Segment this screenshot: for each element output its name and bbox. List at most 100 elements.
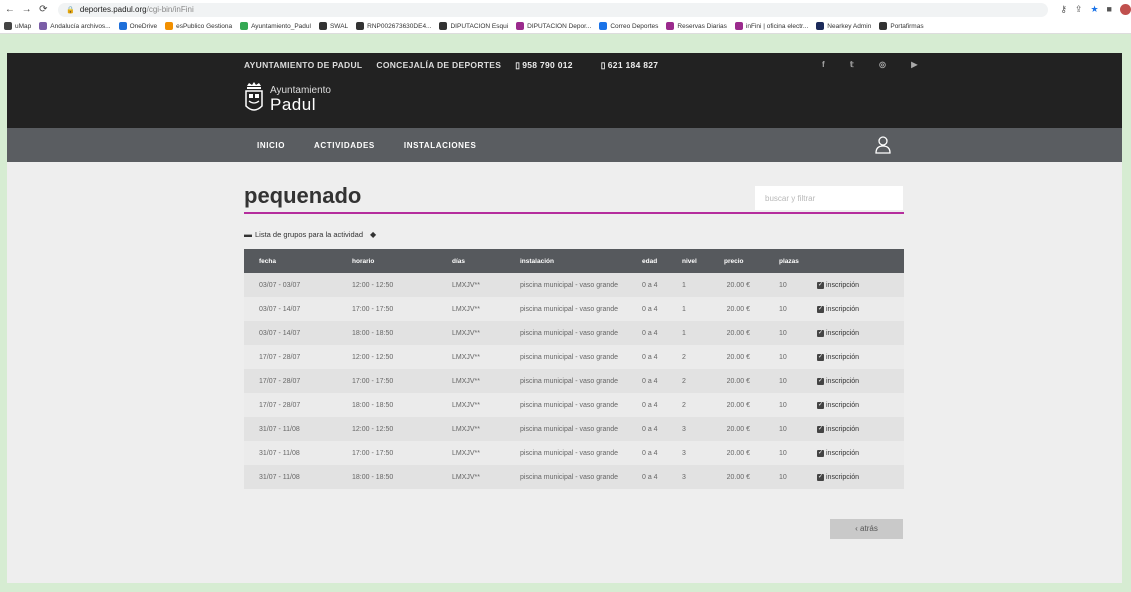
inscripcion-button[interactable]: ✓ inscripción (817, 401, 904, 409)
column-header: plazas (779, 257, 799, 265)
check-square-icon: ✓ (817, 329, 824, 337)
bookmark-item[interactable]: OneDrive (118, 22, 157, 30)
table-cell: 10 (779, 281, 787, 289)
search-input[interactable] (755, 186, 903, 210)
table-cell: 17:00 - 17:50 (352, 305, 394, 313)
check-square-icon: ✓ (817, 305, 824, 313)
facebook-icon[interactable]: f (822, 60, 825, 69)
lock-icon: 🔒 (66, 6, 75, 14)
bookmark-item[interactable]: SWAL (318, 22, 348, 30)
bookmark-item[interactable]: Correo Deportes (599, 22, 658, 30)
share-icon[interactable]: ⇪ (1075, 4, 1083, 15)
url-path: /cgi-bin/inFini (146, 5, 194, 14)
inscripcion-button[interactable]: ✓ inscripción (817, 353, 904, 361)
window-icon[interactable]: ■ (1107, 4, 1112, 15)
table-cell: 18:00 - 18:50 (352, 473, 394, 481)
folder-icon: ▬ (244, 230, 252, 239)
table-cell: LMXJV** (452, 425, 481, 433)
table-cell: 10 (779, 401, 787, 409)
bookmark-item[interactable]: RNP002673630DE4... (356, 22, 431, 30)
table-cell: ✓ inscripción (802, 273, 904, 297)
bookmarks-bar: uMap Andalucía archivos... OneDrive esPubli… (0, 19, 1131, 34)
url-host: deportes.padul.org (79, 5, 147, 14)
bookmark-item[interactable]: Andalucía archivos... (39, 22, 111, 30)
column-header: precio (724, 257, 744, 265)
table-row: 31/07 - 11/08 18:00 - 18:50 LMXJV** piscina… (244, 465, 904, 489)
bookmark-item[interactable]: uMap (4, 22, 31, 30)
bookmark-item[interactable]: Ayuntamiento_Padul (240, 22, 311, 30)
site-logo[interactable]: Ayuntamiento Padul (244, 82, 331, 118)
table-cell: 20.00 € (726, 377, 750, 385)
check-square-icon: ✓ (817, 377, 824, 385)
bookmark-favicon-icon (734, 22, 743, 30)
bookmark-item[interactable]: DIPUTACION Depor... (516, 22, 591, 30)
table-cell: 1 (682, 281, 686, 289)
table-cell: 2 (682, 377, 686, 385)
table-cell: 10 (779, 473, 787, 481)
bookmark-item[interactable]: inFini | oficina electr... (734, 22, 808, 30)
browser-toolbar: ← → ⟳ 🔒 deportes.padul.org/cgi-bin/inFin… (0, 0, 1131, 19)
table-cell: 1 (682, 329, 686, 337)
table-body: 03/07 - 03/07 12:00 - 12:50 LMXJV** piscina… (244, 273, 904, 489)
reload-icon[interactable]: ⟳ (36, 4, 50, 15)
back-arrow-icon[interactable]: ← (3, 4, 17, 15)
bookmark-star-icon[interactable]: ★ (1090, 4, 1098, 15)
table-cell: ✓ inscripción (802, 417, 904, 441)
check-square-icon: ✓ (817, 449, 824, 457)
inscripcion-button[interactable]: ✓ inscripción (817, 377, 904, 385)
back-button[interactable]: ‹ atrás (830, 519, 903, 539)
bookmark-item[interactable]: Nearkey Admin (816, 22, 871, 30)
inscripcion-button[interactable]: ✓ inscripción (817, 281, 904, 289)
table-cell: 20.00 € (726, 449, 750, 457)
table-cell: 0 a 4 (642, 449, 658, 457)
inscripcion-button[interactable]: ✓ inscripción (817, 305, 904, 313)
column-header: días (452, 257, 466, 265)
logo-line-2: Padul (270, 95, 316, 114)
table-cell: 12:00 - 12:50 (352, 281, 394, 289)
table-cell: 20.00 € (726, 473, 750, 481)
table-cell: 31/07 - 11/08 (259, 473, 300, 481)
table-cell: 20.00 € (726, 281, 750, 289)
nav-inicio[interactable]: INICIO (257, 141, 285, 150)
phone-2[interactable]: ▯ 621 184 827 (601, 60, 673, 71)
user-icon[interactable] (875, 136, 891, 154)
bookmark-item[interactable]: esPublico Gestiona (165, 22, 232, 30)
table-row: 31/07 - 11/08 12:00 - 12:50 LMXJV** piscina… (244, 417, 904, 441)
twitter-icon[interactable]: 𝕥 (850, 60, 854, 69)
inscripcion-button[interactable]: ✓ inscripción (817, 449, 904, 457)
table-cell: ✓ inscripción (802, 297, 904, 321)
address-bar[interactable]: 🔒 deportes.padul.org/cgi-bin/inFini (58, 2, 1049, 17)
phone-1[interactable]: ▯ 958 790 012 (515, 60, 587, 71)
bookmark-favicon-icon (879, 22, 888, 30)
bookmark-favicon-icon (439, 22, 448, 30)
table-cell: 0 a 4 (642, 401, 658, 409)
main-nav: INICIO ACTIVIDADES INSTALACIONES (7, 128, 1122, 162)
table-cell: LMXJV** (452, 305, 481, 313)
table-cell: 10 (779, 353, 787, 361)
inscripcion-button[interactable]: ✓ inscripción (817, 329, 904, 337)
table-cell: 3 (682, 473, 686, 481)
instagram-icon[interactable]: ◎ (879, 60, 886, 69)
forward-arrow-icon[interactable]: → (20, 4, 34, 15)
groups-table: fecha horario días instalación edad nivel prec… (244, 249, 904, 489)
bookmark-favicon-icon (165, 22, 174, 30)
youtube-icon[interactable]: ▶ (911, 60, 917, 69)
bookmark-item[interactable]: Portafirmas (879, 22, 924, 30)
table-cell: ✓ inscripción (802, 369, 904, 393)
table-cell: 17/07 - 28/07 (259, 377, 301, 385)
table-cell: LMXJV** (452, 329, 481, 337)
coat-of-arms-icon (245, 82, 263, 111)
inscripcion-button[interactable]: ✓ inscripción (817, 473, 904, 481)
table-row: 03/07 - 14/07 17:00 - 17:50 LMXJV** piscina… (244, 297, 904, 321)
nav-instalaciones[interactable]: INSTALACIONES (404, 141, 477, 150)
table-cell: LMXJV** (452, 377, 481, 385)
key-icon[interactable]: ⚷ (1060, 4, 1067, 15)
bookmark-item[interactable]: Reservas Diarias (666, 22, 727, 30)
main-content: pequenado ▬ Lista de grupos para la acti… (244, 177, 904, 539)
profile-avatar-icon[interactable] (1119, 4, 1131, 15)
nav-actividades[interactable]: ACTIVIDADES (314, 141, 375, 150)
table-cell: 17/07 - 28/07 (259, 401, 301, 409)
bookmark-item[interactable]: DIPUTACION Esqui (439, 22, 508, 30)
inscripcion-button[interactable]: ✓ inscripción (817, 425, 904, 433)
tag-icon: ◆ (370, 230, 377, 239)
